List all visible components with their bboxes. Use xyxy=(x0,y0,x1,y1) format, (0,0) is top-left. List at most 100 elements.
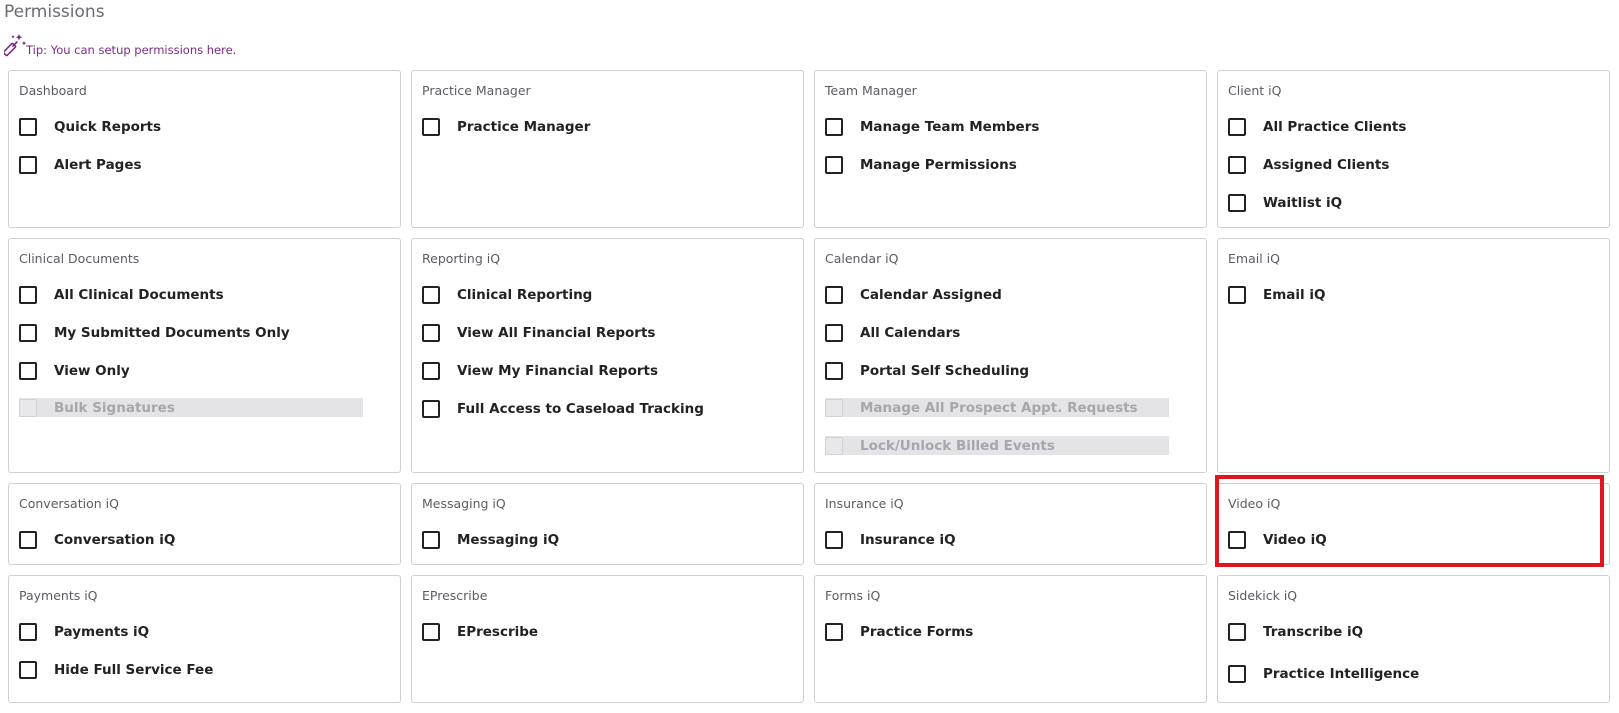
permission-label: View My Financial Reports xyxy=(457,363,658,379)
checkbox[interactable] xyxy=(825,362,843,380)
permission-label: Calendar Assigned xyxy=(860,287,1002,303)
tip: Tip: You can setup permissions here. xyxy=(4,32,236,58)
permission-item[interactable]: My Submitted Documents Only xyxy=(19,322,290,344)
permission-item[interactable]: Waitlist iQ xyxy=(1228,192,1342,214)
checkbox[interactable] xyxy=(19,661,37,679)
card-title: Practice Manager xyxy=(422,83,531,98)
checkbox[interactable] xyxy=(1228,194,1246,212)
checkbox[interactable] xyxy=(19,324,37,342)
checkbox[interactable] xyxy=(1228,623,1246,641)
permission-label: Video iQ xyxy=(1263,532,1327,548)
permission-label: Alert Pages xyxy=(54,157,142,173)
magic-wand-icon xyxy=(4,34,27,57)
permission-item[interactable]: Calendar Assigned xyxy=(825,284,1002,306)
checkbox[interactable] xyxy=(19,623,37,641)
permission-label: Practice Intelligence xyxy=(1263,666,1420,682)
permission-item[interactable]: Conversation iQ xyxy=(19,529,175,551)
checkbox[interactable] xyxy=(1228,156,1246,174)
permission-label: All Practice Clients xyxy=(1263,119,1407,135)
permission-item: Manage All Prospect Appt. Requests xyxy=(825,398,1169,417)
checkbox[interactable] xyxy=(422,118,440,136)
permission-item[interactable]: Practice Intelligence xyxy=(1228,663,1419,685)
checkbox[interactable] xyxy=(825,623,843,641)
checkbox[interactable] xyxy=(19,531,37,549)
permission-item[interactable]: All Clinical Documents xyxy=(19,284,224,306)
permission-card: Conversation iQ Conversation iQ xyxy=(8,483,401,565)
card-title: EPrescribe xyxy=(422,588,488,603)
permission-item[interactable]: EPrescribe xyxy=(422,621,538,643)
permission-item[interactable]: Full Access to Caseload Tracking xyxy=(422,398,704,420)
checkbox[interactable] xyxy=(422,362,440,380)
permission-label: Practice Forms xyxy=(860,624,974,640)
checkbox[interactable] xyxy=(422,286,440,304)
page-title: Permissions xyxy=(4,2,105,22)
checkbox[interactable] xyxy=(19,286,37,304)
checkbox[interactable] xyxy=(825,531,843,549)
permission-label: All Clinical Documents xyxy=(54,287,224,303)
permission-label: Assigned Clients xyxy=(1263,157,1390,173)
permission-card: Calendar iQ Calendar Assigned All Calendar… xyxy=(814,238,1207,473)
tip-text: Tip: You can setup permissions here. xyxy=(26,43,237,57)
permission-card: Client iQ All Practice Clients Assigned Cl… xyxy=(1217,70,1610,228)
card-title: Email iQ xyxy=(1228,251,1280,266)
permission-item[interactable]: All Calendars xyxy=(825,322,960,344)
permission-item[interactable]: View Only xyxy=(19,360,130,382)
permission-item[interactable]: Insurance iQ xyxy=(825,529,956,551)
permission-item[interactable]: Alert Pages xyxy=(19,154,142,176)
permission-item[interactable]: Payments iQ xyxy=(19,621,149,643)
permission-card: Messaging iQ Messaging iQ xyxy=(411,483,804,565)
permission-label: Email iQ xyxy=(1263,287,1326,303)
checkbox[interactable] xyxy=(1228,531,1246,549)
checkbox[interactable] xyxy=(422,400,440,418)
permission-item: Bulk Signatures xyxy=(19,398,363,417)
checkbox[interactable] xyxy=(1228,286,1246,304)
permission-item[interactable]: Quick Reports xyxy=(19,116,161,138)
checkbox[interactable] xyxy=(19,118,37,136)
permission-card: Video iQ Video iQ xyxy=(1217,483,1610,565)
permission-item[interactable]: Portal Self Scheduling xyxy=(825,360,1029,382)
checkbox xyxy=(825,436,843,455)
permission-item[interactable]: Practice Manager xyxy=(422,116,590,138)
checkbox[interactable] xyxy=(1228,118,1246,136)
card-title: Forms iQ xyxy=(825,588,881,603)
permission-label: Hide Full Service Fee xyxy=(54,662,214,678)
permission-item[interactable]: Clinical Reporting xyxy=(422,284,592,306)
permission-item[interactable]: Transcribe iQ xyxy=(1228,621,1363,643)
permission-label: My Submitted Documents Only xyxy=(54,325,290,341)
checkbox[interactable] xyxy=(422,623,440,641)
permission-item[interactable]: Email iQ xyxy=(1228,284,1325,306)
permission-item[interactable]: Practice Forms xyxy=(825,621,973,643)
permission-item[interactable]: Hide Full Service Fee xyxy=(19,659,213,681)
permission-label: Portal Self Scheduling xyxy=(860,363,1030,379)
permission-card: Forms iQ Practice Forms xyxy=(814,575,1207,703)
checkbox[interactable] xyxy=(825,118,843,136)
permission-label: Waitlist iQ xyxy=(1263,195,1343,211)
permission-item[interactable]: Manage Team Members xyxy=(825,116,1039,138)
permission-item[interactable]: All Practice Clients xyxy=(1228,116,1406,138)
permission-label: Manage All Prospect Appt. Requests xyxy=(860,399,1138,416)
checkbox[interactable] xyxy=(825,324,843,342)
checkbox[interactable] xyxy=(422,531,440,549)
card-title: Conversation iQ xyxy=(19,496,119,511)
checkbox[interactable] xyxy=(19,362,37,380)
permission-item[interactable]: View All Financial Reports xyxy=(422,322,655,344)
checkbox[interactable] xyxy=(825,286,843,304)
card-title: Calendar iQ xyxy=(825,251,899,266)
permission-card: Clinical Documents All Clinical Documents… xyxy=(8,238,401,473)
card-title: Sidekick iQ xyxy=(1228,588,1298,603)
checkbox[interactable] xyxy=(422,324,440,342)
checkbox[interactable] xyxy=(1228,665,1246,683)
permission-label: Manage Permissions xyxy=(860,157,1017,173)
permission-item[interactable]: Manage Permissions xyxy=(825,154,1017,176)
permission-card: Insurance iQ Insurance iQ xyxy=(814,483,1207,565)
permission-label: Insurance iQ xyxy=(860,532,956,548)
checkbox[interactable] xyxy=(19,156,37,174)
permission-item[interactable]: View My Financial Reports xyxy=(422,360,658,382)
permission-item[interactable]: Messaging iQ xyxy=(422,529,559,551)
card-title: Client iQ xyxy=(1228,83,1282,98)
permission-item[interactable]: Assigned Clients xyxy=(1228,154,1389,176)
checkbox[interactable] xyxy=(825,156,843,174)
permission-item[interactable]: Video iQ xyxy=(1228,529,1327,551)
permission-label: View Only xyxy=(54,363,130,379)
permission-card: Email iQ Email iQ xyxy=(1217,238,1610,473)
